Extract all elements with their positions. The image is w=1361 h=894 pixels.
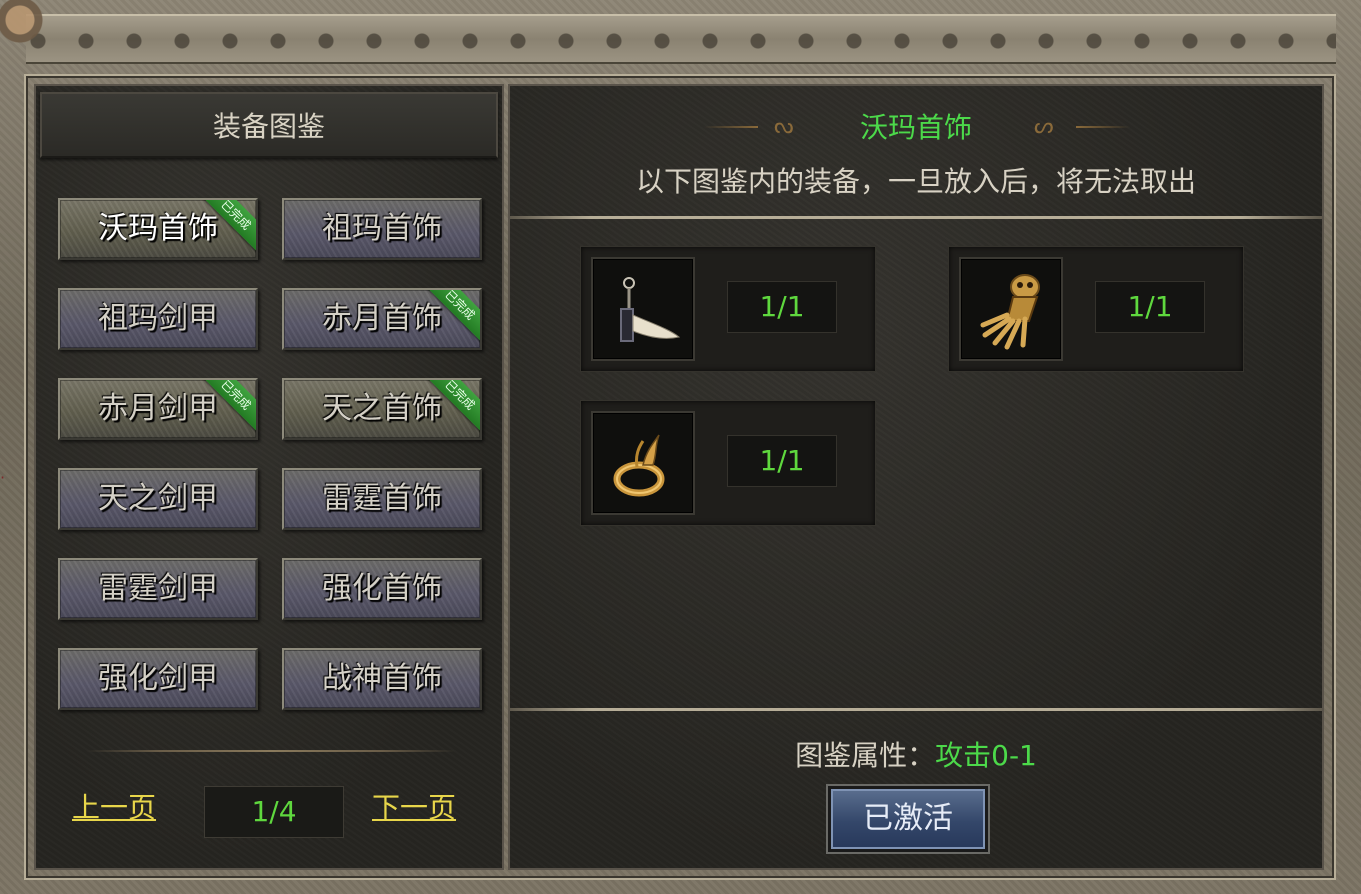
fang-necklace-icon [620, 277, 681, 342]
category-button-1[interactable]: 祖玛首饰 [282, 198, 482, 260]
top-ornament-border [26, 14, 1336, 64]
item-slot[interactable] [591, 411, 695, 515]
attribute-label: 图鉴属性： [795, 739, 936, 772]
category-button-4[interactable]: 赤月剑甲 已完成 [58, 378, 258, 440]
set-detail-panel: ᔓ 沃玛首饰 ᔕ 以下图鉴内的装备，一旦放入后，将无法取出 1/1 1/1 1/… [508, 84, 1324, 870]
category-label: 强化剑甲 [98, 661, 218, 696]
set-notice: 以下图鉴内的装备，一旦放入后，将无法取出 [635, 165, 1196, 198]
prev-page-link[interactable]: 上一页 [72, 786, 156, 826]
dragon-ring-icon [613, 434, 665, 497]
next-page-link[interactable]: 下一页 [372, 786, 456, 826]
item-slot[interactable] [959, 257, 1063, 361]
activate-button[interactable]: 已激活 [828, 786, 988, 852]
catalog-sidebar: 装备图鉴 沃玛首饰 已完成 祖玛首饰 祖玛剑甲 赤月首饰 已完成 赤月剑甲 已完… [34, 84, 504, 870]
item-count: 1/1 [727, 435, 837, 487]
swirl-ornament-icon: ᔕ [1034, 114, 1054, 139]
set-attribute: 图鉴属性：攻击0-1 [510, 734, 1322, 774]
item-count: 1/1 [727, 281, 837, 333]
item-slot[interactable] [591, 257, 695, 361]
category-label: 祖玛首饰 [322, 211, 442, 246]
category-button-10[interactable]: 强化剑甲 [58, 648, 258, 710]
ornament-line-right [1076, 126, 1130, 128]
category-label: 强化首饰 [322, 571, 442, 606]
attribute-value: 攻击0-1 [935, 739, 1037, 772]
attribute-divider [510, 708, 1322, 711]
category-button-5[interactable]: 天之首饰 已完成 [282, 378, 482, 440]
category-button-11[interactable]: 战神首饰 [282, 648, 482, 710]
category-button-7[interactable]: 雷霆首饰 [282, 468, 482, 530]
page-indicator: 1/4 [204, 786, 344, 838]
category-label: 雷霆剑甲 [98, 571, 218, 606]
category-button-9[interactable]: 强化首饰 [282, 558, 482, 620]
set-header: ᔓ 沃玛首饰 ᔕ 以下图鉴内的装备，一旦放入后，将无法取出 [510, 86, 1322, 216]
sidebar-divider [86, 750, 456, 752]
category-label: 天之剑甲 [98, 481, 218, 516]
item-count: 1/1 [1095, 281, 1205, 333]
item-card-0: 1/1 [580, 246, 876, 372]
category-button-3[interactable]: 赤月首饰 已完成 [282, 288, 482, 350]
item-card-2: 1/1 [580, 400, 876, 526]
category-button-6[interactable]: 天之剑甲 [58, 468, 258, 530]
category-label: 祖玛剑甲 [98, 301, 218, 336]
set-title: 沃玛首饰 [859, 111, 972, 144]
edge-mark: · [0, 468, 6, 487]
category-label: 雷霆首饰 [322, 481, 442, 516]
item-card-1: 1/1 [948, 246, 1244, 372]
category-button-8[interactable]: 雷霆剑甲 [58, 558, 258, 620]
header-divider [510, 216, 1322, 219]
category-label: 战神首饰 [322, 661, 442, 696]
catalog-title: 装备图鉴 [40, 92, 498, 158]
category-button-0[interactable]: 沃玛首饰 已完成 [58, 198, 258, 260]
skeleton-gauntlet-icon [980, 274, 1040, 350]
category-button-2[interactable]: 祖玛剑甲 [58, 288, 258, 350]
